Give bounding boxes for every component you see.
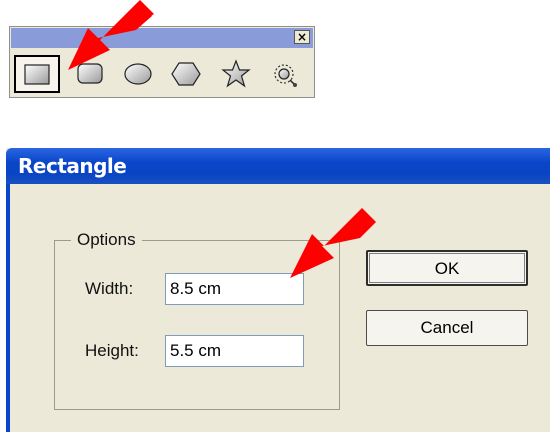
dialog-titlebar[interactable]: Rectangle	[6, 148, 550, 184]
height-label: Height:	[85, 341, 139, 360]
height-field[interactable]: 5.5 cm	[165, 335, 304, 367]
star-tool[interactable]	[214, 55, 260, 93]
palette-titlebar[interactable]	[11, 28, 313, 48]
rectangle-tool[interactable]	[14, 55, 60, 93]
flare-tool[interactable]	[262, 55, 308, 93]
annotation-arrow-width	[290, 208, 376, 278]
annotation-arrow-tool	[68, 0, 154, 70]
palette-close-button[interactable]: ×	[294, 30, 310, 44]
options-label: Options	[71, 229, 142, 251]
ok-button[interactable]: OK	[366, 250, 528, 286]
close-icon: ×	[296, 30, 308, 44]
dialog-title: Rectangle	[18, 154, 127, 178]
tool-palette: ×	[9, 26, 315, 98]
dialog-body: Options Width: 8.5 cm Height: 5.5 cm OK …	[6, 184, 550, 432]
cancel-button[interactable]: Cancel	[366, 310, 528, 346]
width-label: Width:	[85, 279, 134, 298]
tool-row	[10, 51, 314, 97]
hexagon-icon	[171, 62, 201, 86]
rectangle-icon	[24, 64, 50, 85]
rectangle-dialog: Rectangle Options Width: 8.5 cm Height: …	[6, 148, 550, 432]
star-icon	[221, 59, 251, 88]
polygon-tool[interactable]	[164, 55, 210, 93]
flare-icon	[274, 64, 297, 87]
